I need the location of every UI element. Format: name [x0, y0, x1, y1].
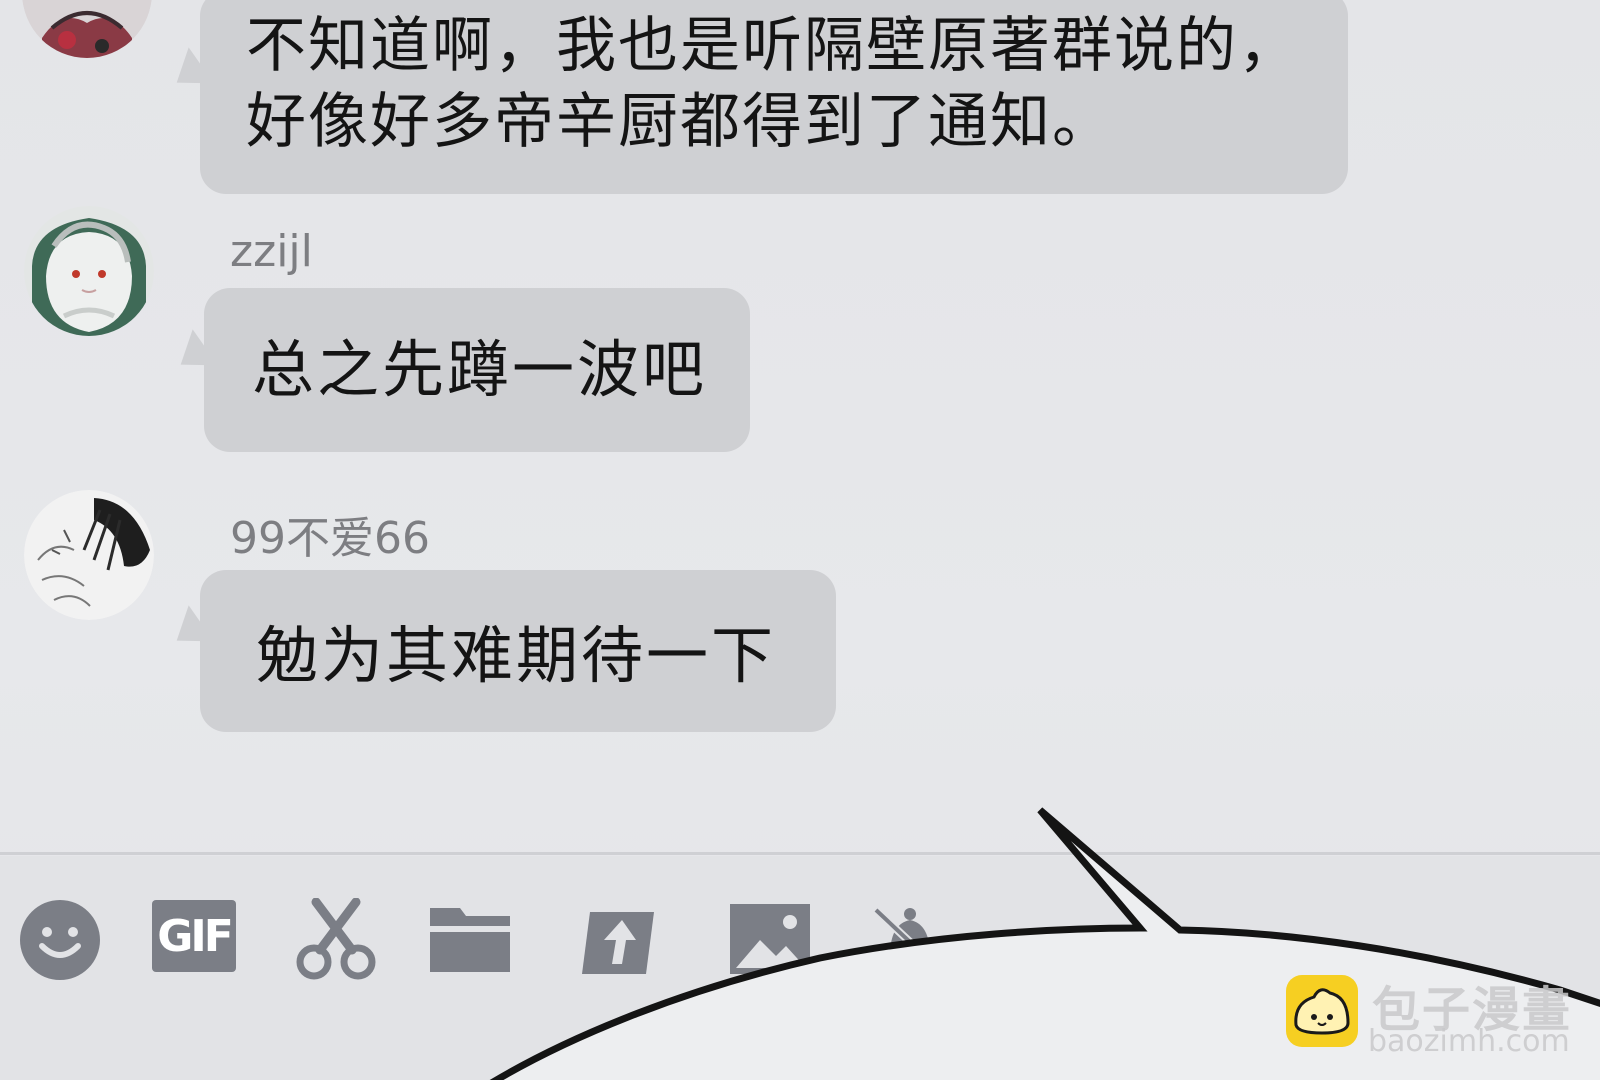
sender-name: zzijl — [230, 226, 313, 277]
avatar[interactable] — [24, 206, 154, 336]
share-arrow-icon — [582, 912, 654, 974]
message-bubble[interactable]: 不知道啊，我也是听隔壁原著群说的， 好像好多帝辛厨都得到了通知。 — [164, 0, 1348, 194]
image-button[interactable] — [728, 898, 812, 982]
avatar-image — [24, 490, 154, 620]
share-button[interactable] — [576, 898, 660, 982]
muted-bell-icon — [873, 907, 947, 977]
bubble-tail — [164, 605, 214, 659]
chat-screen: 不知道啊，我也是听隔壁原著群说的， 好像好多帝辛厨都得到了通知。 zzijl 总… — [0, 0, 1600, 1080]
avatar-image — [22, 0, 152, 58]
sender-name: 99不爱66 — [230, 513, 430, 564]
bubble-tail — [164, 47, 214, 101]
emoji-button[interactable] — [18, 898, 102, 982]
bubble-tail — [168, 329, 218, 383]
screenshot-button[interactable] — [294, 898, 378, 982]
smiley-face-icon — [20, 900, 100, 980]
image-icon — [730, 904, 810, 974]
avatar[interactable] — [24, 490, 154, 620]
file-button[interactable] — [428, 898, 512, 982]
watermark-logo — [1286, 975, 1358, 1047]
watermark-url: baozimh.com — [1368, 1024, 1570, 1059]
avatar[interactable] — [22, 0, 152, 58]
folder-icon — [430, 908, 510, 972]
message-bubble[interactable]: 总之先蹲一波吧 — [168, 288, 750, 452]
message-bubble[interactable]: 勉为其难期待一下 — [164, 570, 836, 732]
bun-icon — [1294, 988, 1350, 1035]
mute-button[interactable] — [868, 898, 952, 982]
scissors-icon — [296, 898, 376, 980]
message-text: 总之先蹲一波吧 — [252, 333, 708, 406]
gif-button[interactable]: GIF — [152, 898, 236, 982]
avatar-image — [24, 206, 154, 336]
gif-label: GIF — [157, 910, 234, 962]
message-text: 勉为其难期待一下 — [256, 619, 777, 692]
input-divider — [0, 852, 1600, 855]
message-text: 不知道啊，我也是听隔壁原著群说的， 好像好多帝辛厨都得到了通知。 — [246, 11, 1300, 157]
